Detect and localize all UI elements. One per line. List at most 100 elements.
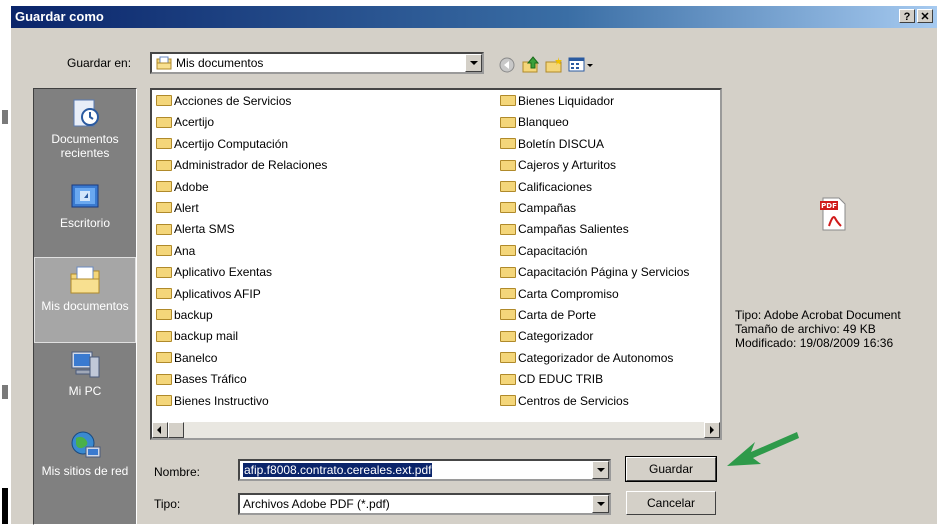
folder-icon [156, 309, 172, 321]
place-my-computer[interactable]: Mi PC [34, 343, 136, 413]
folder-item[interactable]: Acciones de Servicios [156, 91, 291, 112]
place-label: Mi PC [68, 384, 102, 398]
folder-icon [156, 266, 172, 278]
folder-item[interactable]: Campañas [500, 198, 576, 219]
close-button[interactable]: ✕ [917, 9, 933, 23]
folder-item[interactable]: Ana [156, 241, 195, 262]
folder-icon [500, 352, 516, 364]
folder-label: Bienes Liquidador [518, 94, 615, 108]
folder-label: Carta de Porte [518, 308, 597, 322]
folder-label: Cajeros y Arturitos [518, 158, 617, 173]
location-value: Mis documentos [176, 56, 264, 70]
place-desktop[interactable]: Escritorio [34, 175, 136, 245]
place-recent-documents[interactable]: Documentos recientes [34, 91, 136, 175]
save-as-dialog: Guardar como ? ✕ Guardar en: Mis documen… [10, 5, 937, 525]
place-label: Escritorio [59, 216, 110, 230]
folder-label: Alerta SMS [174, 222, 235, 237]
folder-item[interactable]: Alerta SMS [156, 219, 235, 240]
horizontal-scrollbar[interactable] [152, 422, 720, 438]
folder-item[interactable]: Calificaciones [500, 177, 592, 198]
folder-icon [500, 330, 516, 342]
folder-label: Aplicativos AFIP [174, 286, 261, 301]
folder-label: Calificaciones [518, 179, 593, 194]
scroll-right-button[interactable] [704, 422, 720, 438]
preview-type: Tipo: Adobe Acrobat Document [735, 308, 901, 322]
folder-item[interactable]: Campañas Salientes [500, 219, 629, 240]
folder-item[interactable]: Carta Compromiso [500, 284, 619, 305]
folder-icon [156, 138, 172, 150]
folder-label: Alert [174, 201, 199, 215]
folder-item[interactable]: Acertijo Computación [156, 134, 288, 155]
folder-item[interactable]: Acertijo [156, 112, 214, 133]
location-dropdown[interactable]: Mis documentos [150, 52, 484, 74]
folder-item[interactable]: Aplicativos AFIP [156, 284, 261, 305]
new-folder-icon[interactable] [544, 56, 564, 74]
folder-item[interactable]: Categorizador [500, 326, 593, 347]
folder-label: Capacitación [518, 243, 588, 258]
folder-label: Carta Compromiso [518, 286, 619, 301]
folder-item[interactable]: Capacitación [500, 241, 587, 262]
folder-item[interactable]: Categorizador de Autonomos [500, 348, 673, 369]
folder-item[interactable]: Carta de Porte [500, 305, 596, 326]
folder-item[interactable]: Centros de Servicios [500, 391, 629, 412]
file-list[interactable]: Acciones de Servicios Acertijo Acertijo Co… [150, 88, 722, 440]
cancel-button[interactable]: Cancelar [626, 491, 716, 515]
folder-item[interactable]: Adobe [156, 177, 209, 198]
folder-icon [500, 223, 516, 235]
folder-icon [500, 159, 516, 171]
my-computer-icon [68, 349, 102, 381]
filename-dropdown-arrow[interactable] [592, 461, 609, 479]
folder-item[interactable]: Bienes Instructivo [156, 391, 269, 412]
filetype-dropdown-arrow[interactable] [592, 495, 609, 513]
folder-item[interactable]: Bienes Liquidador [500, 91, 614, 112]
up-folder-icon[interactable] [521, 56, 541, 74]
folder-icon [156, 159, 172, 171]
folder-label: Aplicativo Exentas [174, 265, 273, 280]
folder-item[interactable]: CD EDUC TRIB [500, 369, 603, 390]
scroll-left-button[interactable] [152, 422, 168, 438]
folder-icon [156, 245, 172, 257]
folder-label: Capacitación Página y Servicios [518, 265, 690, 280]
folder-label: Campañas Salientes [518, 222, 629, 237]
view-menu-icon[interactable] [568, 56, 594, 74]
folder-item[interactable]: backup [156, 305, 213, 326]
folder-item[interactable]: Blanqueo [500, 112, 569, 133]
folder-item[interactable]: Administrador de Relaciones [156, 155, 327, 176]
location-dropdown-arrow[interactable] [465, 54, 482, 72]
folder-label: Campañas [518, 201, 577, 215]
folder-label: Categorizador [518, 329, 594, 344]
folder-icon [156, 180, 172, 192]
folder-item[interactable]: Cajeros y Arturitos [500, 155, 616, 176]
help-button[interactable]: ? [899, 9, 915, 23]
scroll-thumb[interactable] [168, 422, 184, 438]
folder-icon [500, 138, 516, 150]
folder-item[interactable]: backup mail [156, 326, 238, 347]
folder-icon [156, 352, 172, 364]
folder-label: Banelco [174, 350, 218, 365]
places-bar: Documentos recientes Escritorio Mis docu… [33, 88, 137, 525]
place-my-documents[interactable]: Mis documentos [34, 257, 136, 343]
folder-label: Administrador de Relaciones [174, 158, 328, 173]
folder-item[interactable]: Aplicativo Exentas [156, 262, 272, 283]
filename-input[interactable]: afip.f8008.contrato.cereales.ext.pdf [238, 459, 611, 481]
folder-icon [500, 309, 516, 321]
dialog-title: Guardar como [15, 9, 104, 24]
place-network[interactable]: Mis sitios de red [34, 423, 136, 493]
save-button[interactable]: Guardar [625, 456, 717, 482]
folder-icon [156, 223, 172, 235]
filetype-dropdown[interactable]: Archivos Adobe PDF (*.pdf) [238, 493, 611, 515]
folder-item[interactable]: Capacitación Página y Servicios [500, 262, 689, 283]
folder-item[interactable]: Boletín DISCUA [500, 134, 604, 155]
background-mark [2, 385, 8, 399]
pdf-file-icon: PDF [819, 196, 849, 232]
back-icon[interactable] [498, 56, 518, 74]
folder-label: Acertijo Computación [174, 136, 289, 151]
folder-icon [500, 287, 516, 299]
folder-label: Categorizador de Autonomos [518, 350, 674, 365]
folder-item[interactable]: Alert [156, 198, 199, 219]
folder-label: Blanqueo [518, 115, 569, 130]
place-label: Documentos recientes [51, 132, 119, 160]
folder-item[interactable]: Bases Tráfico [156, 369, 247, 390]
folder-icon [500, 202, 516, 214]
folder-item[interactable]: Banelco [156, 348, 217, 369]
